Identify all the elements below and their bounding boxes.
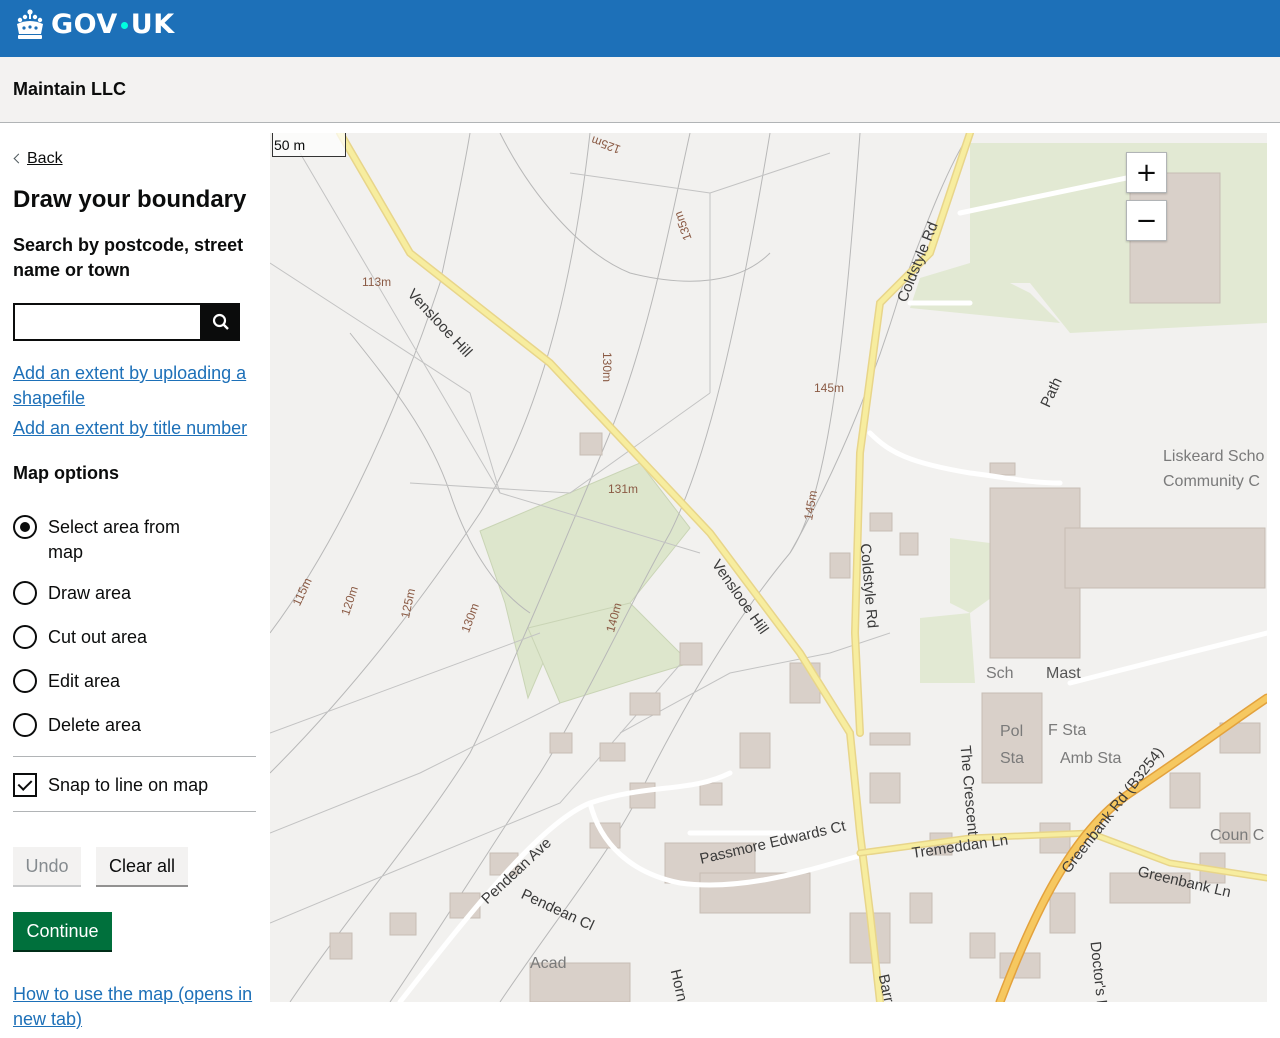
checkmark-icon — [17, 776, 33, 791]
continue-button[interactable]: Continue — [13, 912, 112, 950]
search-button[interactable] — [202, 303, 240, 341]
place-label: Mast — [1046, 665, 1081, 682]
contour-label: 130m — [600, 352, 614, 383]
page-title: Draw your boundary — [13, 186, 247, 213]
radio-select-area[interactable]: Select area from map — [13, 515, 256, 565]
logo-text-gov: GOV — [51, 9, 118, 40]
how-to-use-map-link[interactable]: How to use the map (opens in new tab) — [13, 982, 256, 1032]
radio-label: Draw area — [48, 583, 132, 603]
radio-edit-area[interactable]: Edit area — [13, 669, 256, 694]
place-label: Sta — [1000, 750, 1025, 767]
place-label: Amb Sta — [1060, 750, 1122, 767]
contour-label: 131m — [608, 482, 639, 496]
place-label: Acad — [530, 955, 567, 972]
radio-label: Delete area — [48, 715, 142, 735]
snap-label: Snap to line on map — [48, 774, 209, 795]
snap-checkbox-row[interactable]: Snap to line on map — [13, 773, 208, 797]
map-canvas[interactable]: 50 m + − Venslooe Hill Venslooe Hill Col… — [270, 133, 1267, 1002]
chevron-left-icon — [13, 153, 24, 164]
radio-cut-out-area[interactable]: Cut out area — [13, 625, 256, 650]
service-bar: Maintain LLC — [0, 57, 1280, 123]
zoom-in-button[interactable]: + — [1126, 152, 1167, 193]
radio-label: Cut out area — [48, 627, 148, 647]
service-name[interactable]: Maintain LLC — [13, 79, 126, 100]
contour-label: 113m — [362, 275, 392, 289]
place-label: F Sta — [1048, 722, 1087, 739]
clear-all-button[interactable]: Clear all — [96, 847, 188, 885]
back-label: Back — [27, 150, 63, 167]
upload-shapefile-link[interactable]: Add an extent by uploading a shapefile — [13, 361, 256, 411]
zoom-out-button[interactable]: − — [1126, 200, 1167, 241]
radio-draw-area[interactable]: Draw area — [13, 581, 256, 606]
search-icon — [212, 313, 229, 330]
radio-delete-area[interactable]: Delete area — [13, 713, 256, 738]
map-base-layer — [270, 133, 1267, 1002]
scale-bar: 50 m — [272, 133, 346, 157]
contour-label: 145m — [814, 381, 845, 395]
place-label: Sch — [986, 665, 1014, 682]
logo-dot — [120, 21, 128, 29]
back-link[interactable]: Back — [13, 150, 63, 168]
radio-button[interactable] — [13, 669, 37, 693]
radio-button[interactable] — [13, 581, 37, 605]
snap-checkbox[interactable] — [13, 773, 37, 797]
map-options-label: Map options — [13, 463, 119, 483]
gov-header: GOV UK — [0, 0, 1280, 57]
undo-button[interactable]: Undo — [13, 847, 81, 885]
divider — [13, 756, 256, 757]
place-label: Community C — [1163, 473, 1260, 490]
radio-label: Select area from map — [48, 517, 181, 562]
place-label: Liskeard Scho — [1163, 448, 1265, 465]
place-label: Coun C — [1210, 827, 1265, 844]
search-label: Search by postcode, street name or town — [13, 235, 244, 280]
divider — [13, 811, 256, 812]
title-number-link[interactable]: Add an extent by title number — [13, 416, 256, 441]
govuk-logo-link[interactable]: GOV UK — [13, 8, 175, 42]
woodland-area — [479, 462, 691, 704]
search-form — [13, 303, 240, 341]
radio-button[interactable] — [13, 713, 37, 737]
radio-label: Edit area — [48, 671, 121, 691]
place-label: Pol — [1000, 723, 1024, 740]
radio-button[interactable] — [13, 515, 37, 539]
radio-button[interactable] — [13, 625, 37, 649]
crown-icon — [17, 9, 43, 39]
search-input[interactable] — [13, 303, 202, 341]
logo-text-uk: UK — [130, 9, 175, 40]
